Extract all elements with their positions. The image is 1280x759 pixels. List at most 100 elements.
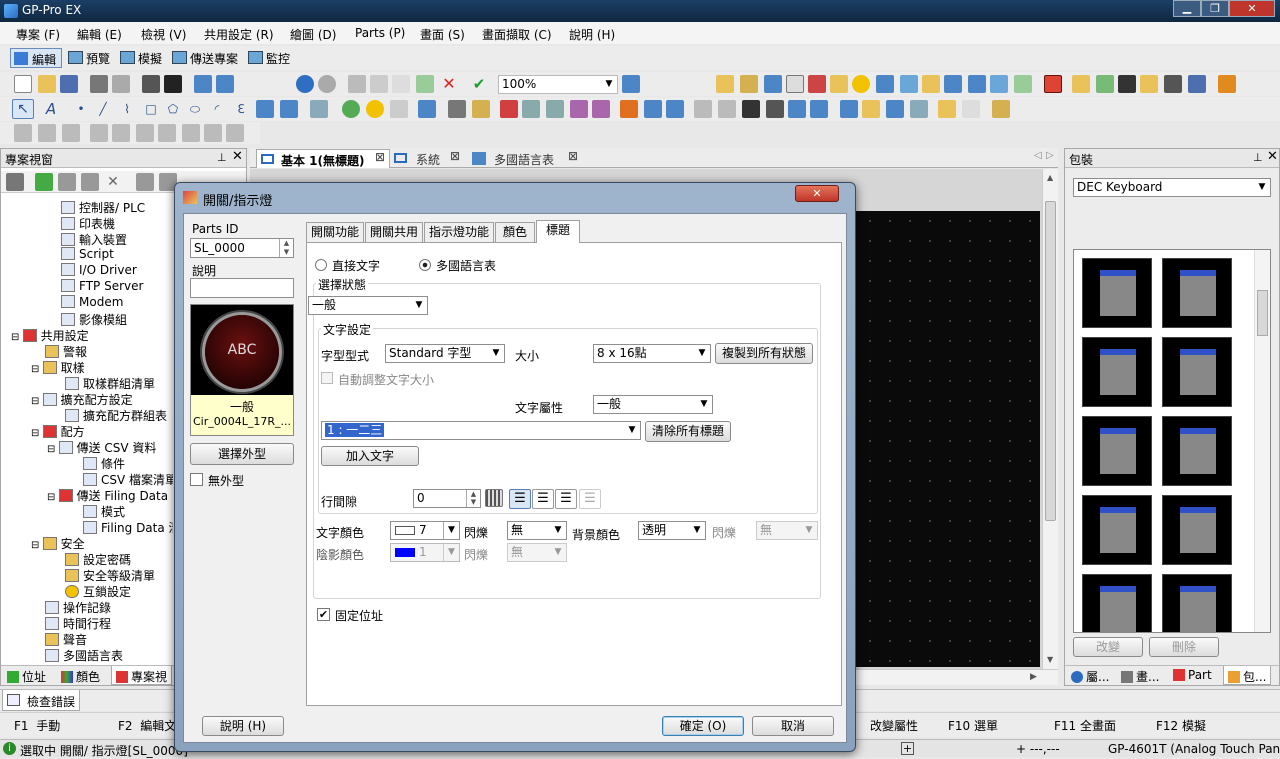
- line-spacing-input[interactable]: 0 ▲ ▼: [413, 489, 481, 508]
- shadow-color-select[interactable]: 1 ▼: [390, 543, 460, 562]
- menu-screen[interactable]: 畫面 (S): [420, 26, 465, 43]
- tool-icon-r[interactable]: [1188, 75, 1206, 93]
- tree-item[interactable]: ⊟ 配方: [31, 423, 85, 439]
- monitor-mode-button[interactable]: 監控: [246, 48, 296, 68]
- maximize-button[interactable]: ❐: [1201, 0, 1229, 17]
- bg-blink-select[interactable]: 無 ▼: [756, 521, 818, 540]
- tool-icon-2o[interactable]: [766, 100, 784, 118]
- ladder-icon-g[interactable]: [158, 124, 176, 142]
- close-pane-icon[interactable]: ✕: [232, 149, 243, 164]
- tool-icon-2q[interactable]: [810, 100, 828, 118]
- modify-button[interactable]: 改變: [1073, 637, 1143, 657]
- tool-icon-2w[interactable]: [992, 100, 1010, 118]
- duplicate-icon[interactable]: [416, 75, 434, 93]
- window-icon[interactable]: [216, 75, 234, 93]
- tool-icon-i[interactable]: [968, 75, 986, 93]
- tree-tool-c[interactable]: [58, 173, 76, 191]
- capture-icon[interactable]: [142, 75, 160, 93]
- save-icon[interactable]: [60, 75, 78, 93]
- tool-icon-2v[interactable]: [962, 100, 980, 118]
- tab-properties[interactable]: 屬...: [1071, 668, 1109, 685]
- ladder-icon-j[interactable]: [226, 124, 244, 142]
- close-tab-icon[interactable]: ⊠: [568, 149, 578, 163]
- paste-icon[interactable]: [392, 75, 410, 93]
- close-tab-icon[interactable]: ⊠: [375, 150, 385, 164]
- add-text-button[interactable]: 加入文字: [321, 446, 419, 466]
- menu-common[interactable]: 共用設定 (R): [204, 26, 274, 43]
- tool-icon-l[interactable]: [1044, 75, 1062, 93]
- tool-icon-e[interactable]: [808, 75, 826, 93]
- flag-icon[interactable]: [1218, 75, 1236, 93]
- tool-icon-2b[interactable]: [280, 100, 298, 118]
- tree-item[interactable]: 輸入裝置: [61, 231, 127, 247]
- menu-draw[interactable]: 繪圖 (D): [290, 26, 336, 43]
- tree-item[interactable]: 互鎖設定: [65, 583, 131, 599]
- text-tool-icon[interactable]: A: [42, 100, 60, 118]
- tool-icon-o[interactable]: [1118, 75, 1136, 93]
- fkey-f11[interactable]: F11 全畫面: [1054, 717, 1116, 734]
- delete-icon[interactable]: ✕: [440, 75, 458, 93]
- keyboard-thumbnail[interactable]: [1162, 495, 1232, 565]
- tree-delete-icon[interactable]: ✕: [104, 173, 122, 191]
- tab-project[interactable]: 專案視: [111, 666, 173, 685]
- tree-item[interactable]: 設定密碼: [65, 551, 131, 567]
- tree-tool-d[interactable]: [81, 173, 99, 191]
- delete-button[interactable]: 刪除: [1149, 637, 1219, 657]
- key-icon[interactable]: [830, 75, 848, 93]
- trend-icon[interactable]: [546, 100, 564, 118]
- fkey-f10[interactable]: F10 選單: [948, 717, 998, 734]
- tree-item[interactable]: 條件: [83, 455, 125, 471]
- undo-icon[interactable]: [296, 75, 314, 93]
- tool-icon-2a[interactable]: [256, 100, 274, 118]
- tool-icon-h[interactable]: [944, 75, 962, 93]
- tab-address[interactable]: 位址: [7, 668, 46, 685]
- simulate-mode-button[interactable]: 模擬: [118, 48, 166, 68]
- font-type-select[interactable]: Standard 字型 ▼: [385, 344, 505, 363]
- keyboard-thumbnail[interactable]: [1162, 258, 1232, 328]
- pin-icon[interactable]: ⊥: [217, 151, 227, 164]
- align-left-icon[interactable]: ☰: [509, 489, 531, 509]
- speaker-icon[interactable]: [922, 75, 940, 93]
- menu-view[interactable]: 檢視 (V): [141, 26, 186, 43]
- fkey-f1[interactable]: F1 手動: [14, 717, 60, 734]
- dialog-ok-button[interactable]: 確定 (O): [662, 716, 744, 736]
- ladder-icon-a[interactable]: [14, 124, 32, 142]
- tree-item[interactable]: 時間行程: [45, 615, 111, 631]
- tool-icon-2u[interactable]: [910, 100, 928, 118]
- print-icon[interactable]: [90, 75, 108, 93]
- keypad-icon[interactable]: [485, 489, 503, 507]
- ladder-icon-d[interactable]: [90, 124, 108, 142]
- new-icon[interactable]: [14, 75, 32, 93]
- parts-id-stepper[interactable]: ▲ ▼: [279, 239, 293, 257]
- no-shape-checkbox[interactable]: 無外型: [190, 472, 294, 488]
- tree-item[interactable]: Modem: [61, 295, 123, 311]
- tool-icon-p[interactable]: [1140, 75, 1158, 93]
- tool-icon-n[interactable]: [1096, 75, 1114, 93]
- cut-icon[interactable]: [348, 75, 366, 93]
- tree-item[interactable]: ⊟ 擴充配方設定: [31, 391, 133, 407]
- bg-color-select[interactable]: 透明 ▼: [638, 521, 706, 540]
- transfer-mode-button[interactable]: 傳送專案: [170, 48, 242, 68]
- tool-icon-2s[interactable]: [862, 100, 880, 118]
- select-shape-button[interactable]: 選擇外型: [190, 443, 294, 465]
- scroll-right-icon[interactable]: ▶: [1030, 672, 1037, 682]
- tree-item[interactable]: 操作記錄: [45, 599, 111, 615]
- copy-all-states-button[interactable]: 複製到所有狀態: [715, 343, 813, 364]
- menu-project[interactable]: 專案 (F): [16, 26, 60, 43]
- close-tab-icon[interactable]: ⊠: [450, 149, 460, 163]
- redo-icon[interactable]: [318, 75, 336, 93]
- tab-label[interactable]: 標題: [536, 220, 580, 243]
- tab-language[interactable]: 多國語言表 ⊠: [470, 149, 586, 168]
- tab-scroll-right-icon[interactable]: ▷: [1046, 150, 1054, 161]
- tree-item[interactable]: ⊟ 傳送 CSV 資料: [47, 439, 156, 455]
- keyboard-thumbnail[interactable]: [1082, 495, 1152, 565]
- tool-icon-2e[interactable]: [418, 100, 436, 118]
- select-pointer-icon[interactable]: ↖: [12, 99, 34, 119]
- menu-edit[interactable]: 編輯 (E): [77, 26, 122, 43]
- ladder-icon-e[interactable]: [112, 124, 130, 142]
- polygon-tool-icon[interactable]: ⬠: [164, 100, 182, 118]
- ladder-icon-h[interactable]: [182, 124, 200, 142]
- tool-icon-a[interactable]: [716, 75, 734, 93]
- gallery-scrollbar[interactable]: [1254, 250, 1270, 632]
- preview-mode-button[interactable]: 預覽: [66, 48, 114, 68]
